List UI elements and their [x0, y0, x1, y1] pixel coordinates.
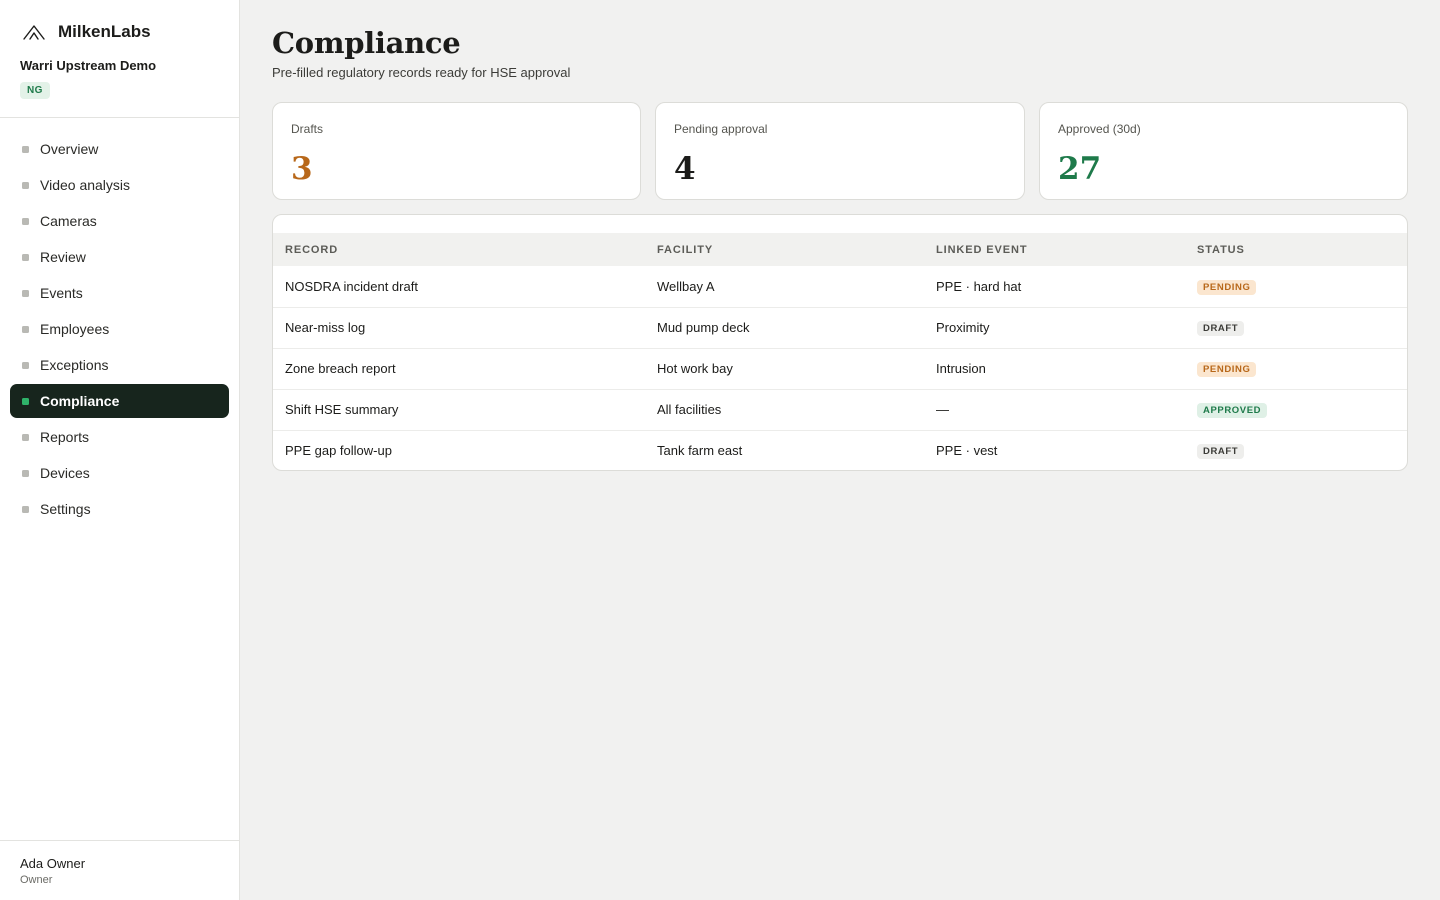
facility-cell: Hot work bay	[657, 361, 733, 376]
linked-event-cell: PPE · vest	[936, 443, 998, 459]
nav-bullet-icon	[22, 181, 29, 189]
user-role: Owner	[20, 874, 53, 886]
user-name[interactable]: Ada Owner	[20, 856, 85, 871]
stat-card-pending: Pending approval 4	[655, 102, 1025, 200]
sidebar-item-events[interactable]: Events	[10, 276, 229, 310]
sidebar-item-overview[interactable]: Overview	[10, 132, 229, 166]
status-badge: APPROVED	[1197, 403, 1268, 418]
status-cell: PENDING	[1185, 266, 1407, 307]
org-name[interactable]: Warri Upstream Demo	[20, 58, 156, 73]
sidebar-item-label: Exceptions	[40, 357, 109, 373]
status-badge: PENDING	[1197, 279, 1257, 295]
sidebar-item-label: Reports	[40, 429, 90, 445]
table-header-row: RECORD FACILITY LINKED EVENT STATUS	[273, 233, 1407, 266]
status-badge: DRAFT	[1197, 321, 1245, 336]
nav-bullet-icon	[22, 289, 29, 297]
status-cell: DRAFT	[1185, 307, 1407, 348]
brand-name: MilkenLabs	[58, 22, 151, 41]
column-header-linked-event[interactable]: LINKED EVENT	[924, 233, 1185, 266]
sidebar-item-label: Review	[40, 249, 86, 265]
table-row[interactable]: PPE gap follow-up Tank farm east PPE · ves…	[273, 430, 1407, 470]
sidebar-item-employees[interactable]: Employees	[10, 312, 229, 346]
sidebar-item-label: Video analysis	[40, 177, 131, 193]
record-cell: Shift HSE summary	[285, 402, 399, 417]
stat-value: 27	[1058, 151, 1102, 187]
linked-event-cell: Intrusion	[936, 361, 986, 376]
column-header-record[interactable]: RECORD	[273, 233, 645, 266]
linked-event-cell: —	[936, 402, 949, 417]
sidebar-item-label: Events	[40, 285, 83, 301]
sidebar-item-exceptions[interactable]: Exceptions	[10, 348, 229, 382]
record-cell: PPE gap follow-up	[285, 443, 392, 459]
nav-bullet-icon	[22, 325, 29, 333]
table-row[interactable]: Near-miss log Mud pump deck Proximity DRAFT	[273, 307, 1407, 348]
sidebar-item-label: Cameras	[40, 213, 97, 229]
stat-card-drafts: Drafts 3	[272, 102, 641, 200]
stat-value: 3	[291, 151, 313, 187]
nav-bullet-icon	[22, 145, 29, 153]
sidebar-item-compliance[interactable]: Compliance	[10, 384, 229, 418]
column-header-facility[interactable]: FACILITY	[645, 233, 924, 266]
milkenlabs-logo-icon	[20, 20, 48, 44]
table-row[interactable]: Zone breach report Hot work bay Intrusion P…	[273, 348, 1407, 389]
table-row[interactable]: Shift HSE summary All facilities — APPROVED	[273, 389, 1407, 430]
region-badge: NG	[20, 82, 50, 99]
linked-event-cell: PPE · hard hat	[936, 278, 1022, 294]
sidebar-item-label: Employees	[40, 321, 110, 337]
stat-value: 4	[674, 151, 696, 187]
status-cell: DRAFT	[1185, 430, 1407, 470]
status-cell: PENDING	[1185, 348, 1407, 389]
page-title: Compliance	[272, 26, 461, 60]
facility-cell: Mud pump deck	[657, 320, 750, 335]
sidebar-item-label: Compliance	[40, 393, 120, 409]
stat-label: Drafts	[291, 122, 324, 136]
status-cell: APPROVED	[1185, 389, 1407, 430]
record-cell: Zone breach report	[285, 361, 396, 376]
nav-bullet-icon	[22, 253, 29, 261]
page-subtitle: Pre-filled regulatory records ready for …	[272, 65, 571, 80]
status-badge: PENDING	[1197, 362, 1257, 377]
sidebar-item-cameras[interactable]: Cameras	[10, 204, 229, 238]
nav-bullet-icon	[22, 469, 29, 477]
record-cell: Near-miss log	[285, 320, 366, 335]
sidebar-item-settings[interactable]: Settings	[10, 492, 229, 526]
sidebar-item-devices[interactable]: Devices	[10, 456, 229, 490]
sidebar-item-reports[interactable]: Reports	[10, 420, 229, 454]
brand-logo[interactable]: MilkenLabs	[20, 20, 151, 44]
record-cell: NOSDRA incident draft	[285, 278, 418, 294]
stat-card-approved: Approved (30d) 27	[1039, 102, 1408, 200]
nav-bullet-icon	[22, 505, 29, 513]
sidebar-item-review[interactable]: Review	[10, 240, 229, 274]
column-header-status[interactable]: STATUS	[1185, 233, 1407, 266]
facility-cell: All facilities	[657, 402, 722, 417]
sidebar-item-label: Overview	[40, 141, 99, 157]
compliance-table: RECORD FACILITY LINKED EVENT STATUS NOSD…	[273, 233, 1407, 470]
linked-event-cell: Proximity	[936, 320, 990, 335]
sidebar-footer-divider	[0, 840, 239, 841]
compliance-table-card: RECORD FACILITY LINKED EVENT STATUS NOSD…	[272, 214, 1408, 471]
sidebar-nav: Overview Video analysis Cameras Review Event…	[10, 132, 229, 528]
sidebar-item-label: Devices	[40, 465, 90, 481]
table-row[interactable]: NOSDRA incident draft Wellbay A PPE · hard…	[273, 266, 1407, 307]
nav-bullet-icon	[22, 217, 29, 225]
facility-cell: Wellbay A	[657, 278, 715, 294]
sidebar: MilkenLabs Warri Upstream Demo NG Overvi…	[0, 0, 240, 900]
stat-label: Pending approval	[674, 122, 768, 136]
nav-bullet-icon	[22, 397, 29, 405]
nav-bullet-icon	[22, 433, 29, 441]
sidebar-item-label: Settings	[40, 501, 91, 517]
nav-bullet-icon	[22, 361, 29, 369]
stat-label: Approved (30d)	[1058, 122, 1141, 136]
facility-cell: Tank farm east	[657, 443, 743, 459]
sidebar-item-video-analysis[interactable]: Video analysis	[10, 168, 229, 202]
sidebar-divider	[0, 117, 239, 118]
status-badge: DRAFT	[1197, 444, 1245, 460]
